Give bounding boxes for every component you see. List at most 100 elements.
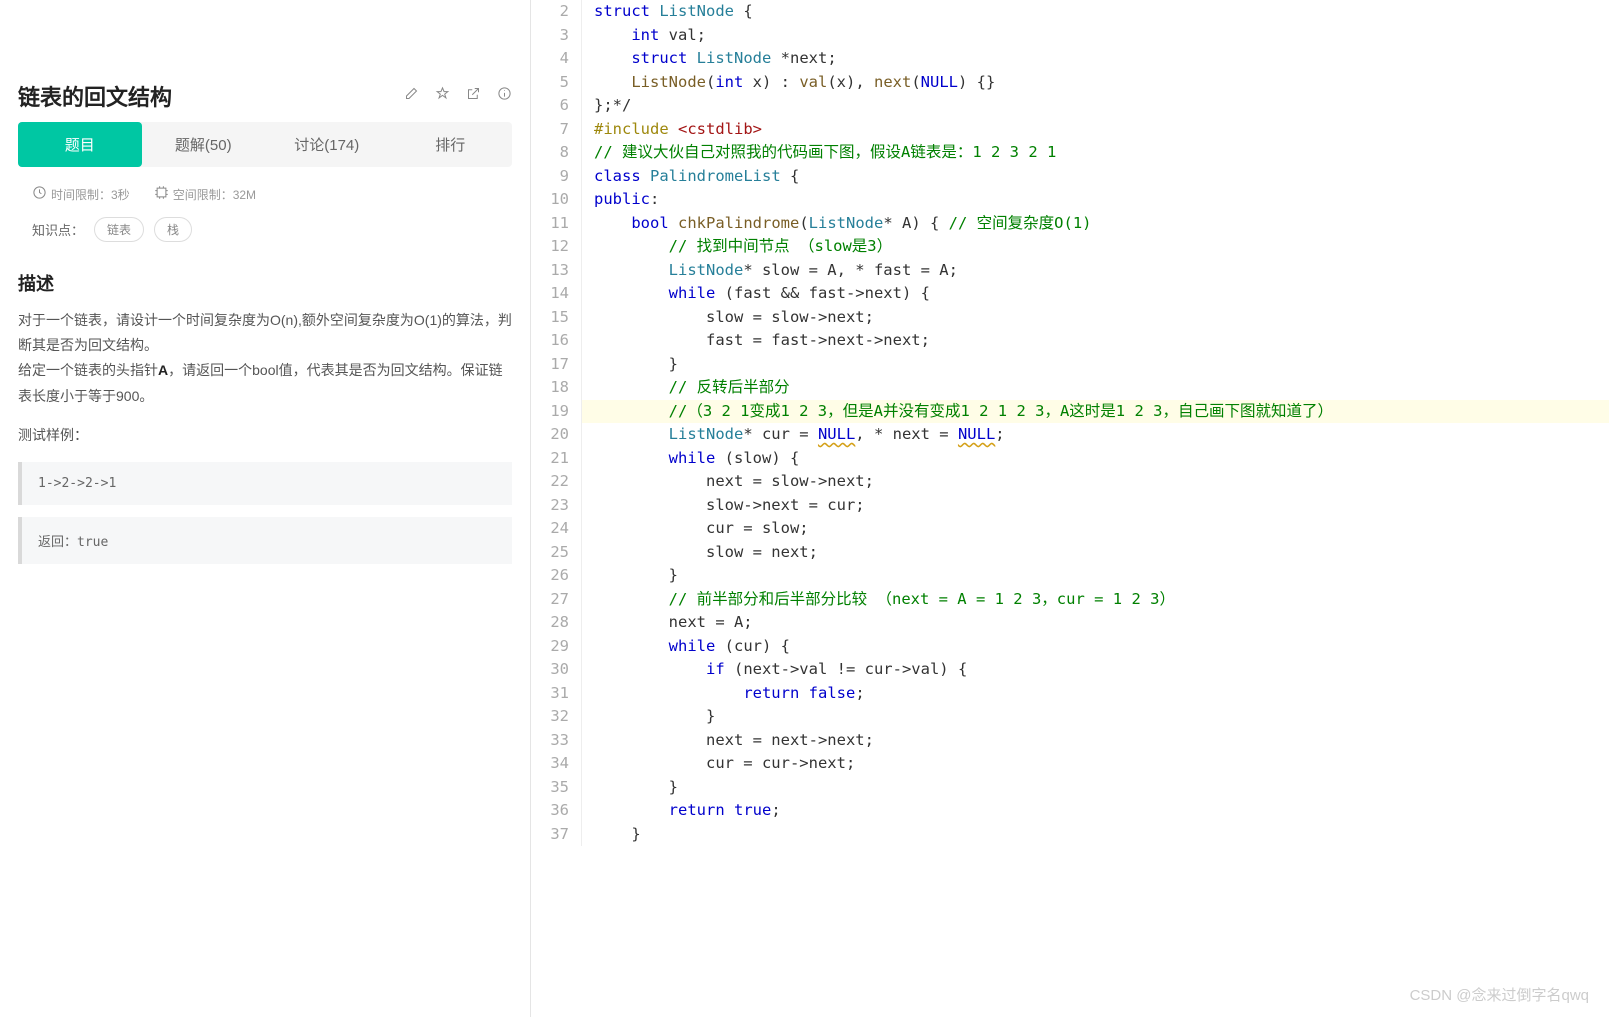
code-line[interactable]: bool chkPalindrome(ListNode* A) { // 空间复… bbox=[581, 212, 1609, 236]
code-line[interactable]: ListNode(int x) : val(x), next(NULL) {} bbox=[581, 71, 1609, 95]
line-number: 28 bbox=[531, 611, 569, 635]
tabs: 题目 题解(50) 讨论(174) 排行 bbox=[18, 122, 512, 167]
code-line[interactable]: while (fast && fast->next) { bbox=[581, 282, 1609, 306]
line-number: 27 bbox=[531, 588, 569, 612]
code-editor[interactable]: 2345678910111213141516171819202122232425… bbox=[530, 0, 1609, 1017]
tag-stack[interactable]: 栈 bbox=[154, 217, 192, 242]
code-line[interactable]: ListNode* cur = NULL, * next = NULL; bbox=[581, 423, 1609, 447]
space-limit-text: 空间限制：32M bbox=[173, 186, 256, 203]
line-number: 31 bbox=[531, 682, 569, 706]
code-line[interactable]: cur = slow; bbox=[581, 517, 1609, 541]
line-number: 5 bbox=[531, 71, 569, 95]
line-number: 21 bbox=[531, 447, 569, 471]
code-line[interactable]: if (next->val != cur->val) { bbox=[581, 658, 1609, 682]
line-number: 23 bbox=[531, 494, 569, 518]
line-number: 18 bbox=[531, 376, 569, 400]
code-line[interactable]: return true; bbox=[581, 799, 1609, 823]
share-icon[interactable] bbox=[466, 86, 481, 106]
code-line[interactable]: } bbox=[581, 564, 1609, 588]
line-number: 33 bbox=[531, 729, 569, 753]
code-line[interactable]: int val; bbox=[581, 24, 1609, 48]
line-number: 30 bbox=[531, 658, 569, 682]
code-line[interactable]: } bbox=[581, 705, 1609, 729]
meta-row: 时间限制：3秒 空间限制：32M bbox=[32, 185, 498, 203]
line-gutter: 2345678910111213141516171819202122232425… bbox=[531, 0, 581, 846]
clock-icon bbox=[32, 185, 47, 203]
desc-p2a: 给定一个链表的头指针 bbox=[18, 362, 158, 378]
tags-row: 知识点： 链表 栈 bbox=[32, 217, 498, 242]
code-line[interactable]: ListNode* slow = A, * fast = A; bbox=[581, 259, 1609, 283]
code-line[interactable]: next = A; bbox=[581, 611, 1609, 635]
code-line[interactable]: slow->next = cur; bbox=[581, 494, 1609, 518]
line-number: 24 bbox=[531, 517, 569, 541]
line-number: 2 bbox=[531, 0, 569, 24]
code-line[interactable]: } bbox=[581, 823, 1609, 847]
tab-discuss[interactable]: 讨论(174) bbox=[265, 122, 389, 167]
code-line[interactable]: public: bbox=[581, 188, 1609, 212]
code-area[interactable]: struct ListNode { int val; struct ListNo… bbox=[581, 0, 1609, 846]
tags-label: 知识点： bbox=[32, 220, 84, 239]
desc-p2b: A bbox=[158, 362, 168, 378]
line-number: 36 bbox=[531, 799, 569, 823]
info-icon[interactable] bbox=[497, 86, 512, 106]
tab-problem[interactable]: 题目 bbox=[18, 122, 142, 167]
line-number: 25 bbox=[531, 541, 569, 565]
line-number: 9 bbox=[531, 165, 569, 189]
code-line[interactable]: slow = next; bbox=[581, 541, 1609, 565]
line-number: 4 bbox=[531, 47, 569, 71]
code-line[interactable]: // 反转后半部分 bbox=[581, 376, 1609, 400]
code-line[interactable]: struct ListNode { bbox=[581, 0, 1609, 24]
tag-linked-list[interactable]: 链表 bbox=[94, 217, 144, 242]
line-number: 20 bbox=[531, 423, 569, 447]
code-line[interactable]: next = slow->next; bbox=[581, 470, 1609, 494]
line-number: 6 bbox=[531, 94, 569, 118]
desc-heading: 描述 bbox=[18, 270, 512, 296]
code-line[interactable]: } bbox=[581, 353, 1609, 377]
line-number: 16 bbox=[531, 329, 569, 353]
line-number: 34 bbox=[531, 752, 569, 776]
line-number: 14 bbox=[531, 282, 569, 306]
line-number: 37 bbox=[531, 823, 569, 847]
code-line[interactable]: struct ListNode *next; bbox=[581, 47, 1609, 71]
code-line[interactable]: class PalindromeList { bbox=[581, 165, 1609, 189]
tab-solutions[interactable]: 题解(50) bbox=[142, 122, 266, 167]
code-line[interactable]: };*/ bbox=[581, 94, 1609, 118]
code-line[interactable]: while (slow) { bbox=[581, 447, 1609, 471]
line-number: 22 bbox=[531, 470, 569, 494]
memory-icon bbox=[154, 185, 169, 203]
line-number: 26 bbox=[531, 564, 569, 588]
code-line[interactable]: //（3 2 1变成1 2 3，但是A并没有变成1 2 1 2 3，A这时是1 … bbox=[581, 400, 1609, 424]
code-line[interactable]: return false; bbox=[581, 682, 1609, 706]
code-line[interactable]: slow = slow->next; bbox=[581, 306, 1609, 330]
desc-body: 对于一个链表，请设计一个时间复杂度为O(n),额外空间复杂度为O(1)的算法，判… bbox=[18, 308, 512, 409]
page-title: 链表的回文结构 bbox=[18, 80, 172, 112]
line-number: 35 bbox=[531, 776, 569, 800]
line-number: 7 bbox=[531, 118, 569, 142]
line-number: 17 bbox=[531, 353, 569, 377]
star-icon[interactable] bbox=[435, 86, 450, 106]
code-line[interactable]: // 找到中间节点 （slow是3） bbox=[581, 235, 1609, 259]
time-limit-text: 时间限制：3秒 bbox=[51, 186, 130, 203]
code-line[interactable]: fast = fast->next->next; bbox=[581, 329, 1609, 353]
edit-icon[interactable] bbox=[404, 86, 419, 106]
title-actions bbox=[404, 86, 512, 106]
line-number: 32 bbox=[531, 705, 569, 729]
problem-panel: 链表的回文结构 题目 题解(50) 讨论(174) 排行 时间限制：3秒 空间限… bbox=[0, 0, 530, 1017]
line-number: 10 bbox=[531, 188, 569, 212]
line-number: 15 bbox=[531, 306, 569, 330]
desc-p1: 对于一个链表，请设计一个时间复杂度为O(n),额外空间复杂度为O(1)的算法，判… bbox=[18, 312, 512, 353]
code-line[interactable]: #include <cstdlib> bbox=[581, 118, 1609, 142]
code-line[interactable]: next = next->next; bbox=[581, 729, 1609, 753]
code-line[interactable]: while (cur) { bbox=[581, 635, 1609, 659]
code-line[interactable]: // 建议大伙自己对照我的代码画下图，假设A链表是：1 2 3 2 1 bbox=[581, 141, 1609, 165]
line-number: 19 bbox=[531, 400, 569, 424]
line-number: 13 bbox=[531, 259, 569, 283]
time-limit: 时间限制：3秒 bbox=[32, 185, 130, 203]
tab-rank[interactable]: 排行 bbox=[389, 122, 513, 167]
code-line[interactable]: cur = cur->next; bbox=[581, 752, 1609, 776]
code-line[interactable]: // 前半部分和后半部分比较 （next = A = 1 2 3，cur = 1… bbox=[581, 588, 1609, 612]
space-limit: 空间限制：32M bbox=[154, 185, 256, 203]
line-number: 29 bbox=[531, 635, 569, 659]
test-label: 测试样例： bbox=[18, 423, 512, 448]
code-line[interactable]: } bbox=[581, 776, 1609, 800]
